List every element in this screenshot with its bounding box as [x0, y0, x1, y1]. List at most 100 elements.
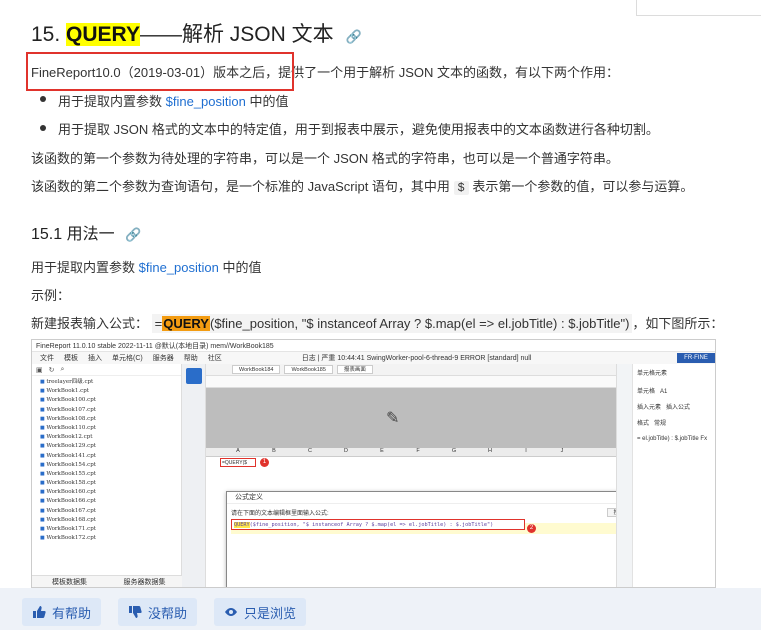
- format-value[interactable]: 常规: [654, 421, 666, 427]
- search-icon[interactable]: ⌕: [61, 366, 65, 374]
- file-item[interactable]: WorkBook160.cpt: [40, 488, 181, 497]
- file-list: treelayer四级.cpt WorkBook1.cpt WorkBook10…: [32, 376, 181, 543]
- not-helpful-label: 没帮助: [148, 605, 188, 621]
- menu-server[interactable]: 服务器: [153, 353, 174, 363]
- menu-file[interactable]: 文件: [40, 353, 54, 363]
- dollar-code: $: [453, 181, 469, 195]
- not-helpful-button[interactable]: 没帮助: [118, 598, 198, 626]
- formula-preview[interactable]: = el.jobTitle) : $.jobTitle: [637, 436, 699, 442]
- fine-position-code: $fine_position: [165, 94, 246, 109]
- bullet-item-2: 用于提取 JSON 格式的文本中的特定值，用于到报表中展示，避免使用报表中的文本…: [58, 122, 659, 137]
- designer-screenshot: FineReport 11.0.10 stable 2022-11-11 @默认…: [31, 339, 716, 588]
- cell-property-panel: 单元格元素 单元格 A1 插入元素 插入公式 格式 常规 = el.jobTit…: [616, 364, 715, 587]
- format-label: 格式: [637, 421, 650, 427]
- tab-report-canvas[interactable]: 报表画面: [336, 365, 373, 374]
- col-g[interactable]: G: [436, 448, 472, 456]
- file-item[interactable]: WorkBook166.cpt: [40, 497, 181, 506]
- cell-value[interactable]: A1: [660, 389, 667, 395]
- brand-logo: FR·FINE: [677, 353, 715, 363]
- editor-tabs: WorkBook184 WorkBook185 报表画面: [206, 364, 616, 376]
- log-text: 日志 | 严重 10:44:41 SwingWorker-pool-6-thre…: [301, 355, 532, 362]
- col-j[interactable]: J: [544, 448, 580, 456]
- step-badge-2: 2: [527, 524, 536, 533]
- file-item[interactable]: WorkBook167.cpt: [40, 507, 181, 516]
- insert-value[interactable]: 插入公式: [666, 405, 690, 411]
- page-heading: 15. QUERY——解析 JSON 文本 🔗: [31, 18, 362, 48]
- col-a[interactable]: A: [220, 448, 256, 456]
- link-icon[interactable]: 🔗: [125, 227, 141, 242]
- link-icon[interactable]: 🔗: [345, 29, 361, 44]
- file-item[interactable]: WorkBook155.cpt: [40, 470, 181, 479]
- tab-workbook184[interactable]: WorkBook184: [232, 365, 281, 374]
- example-label: 示例：: [31, 288, 71, 303]
- file-item[interactable]: WorkBook1.cpt: [40, 387, 181, 396]
- menu-community[interactable]: 社区: [208, 353, 222, 363]
- col-h[interactable]: H: [472, 448, 508, 456]
- usage-paragraph: 用于提取内置参数 $fine_position 中的值: [31, 257, 261, 276]
- menu-help[interactable]: 帮助: [184, 353, 198, 363]
- usage-prefix: 用于提取内置参数: [31, 260, 139, 275]
- file-item[interactable]: WorkBook168.cpt: [40, 516, 181, 525]
- cell-a1[interactable]: =QUERY($: [220, 458, 256, 467]
- folder-icon[interactable]: ▣: [36, 366, 43, 374]
- property-title: 单元格元素: [637, 371, 668, 377]
- heading-keyword: QUERY: [66, 23, 140, 46]
- param2-prefix: 该函数的第二个参数为查询语句，是一个标准的 JavaScript 语句，其中用: [31, 179, 454, 194]
- tab-workbook185[interactable]: WorkBook185: [284, 365, 333, 374]
- file-item[interactable]: treelayer四级.cpt: [40, 378, 181, 387]
- helpful-button[interactable]: 有帮助: [22, 598, 102, 626]
- new-template-icon[interactable]: [186, 368, 202, 384]
- col-c[interactable]: C: [292, 448, 328, 456]
- dialog-formula-rest: ($fine_position, "$ instanceof Array ? $…: [249, 522, 494, 528]
- property-sidebar: [617, 364, 633, 587]
- param1-paragraph: 该函数的第一个参数为待处理的字符串，可以是一个 JSON 格式的字符串，也可以是…: [31, 151, 619, 166]
- top-right-box: [636, 0, 761, 16]
- dialog-title: 公式定义: [227, 492, 635, 504]
- helpful-label: 有帮助: [52, 605, 92, 621]
- tab-server-dataset[interactable]: 服务器数据集: [107, 576, 182, 587]
- fine-position-code: $fine_position: [138, 260, 219, 275]
- tab-template-dataset[interactable]: 模板数据集: [32, 576, 107, 587]
- col-d[interactable]: D: [328, 448, 364, 456]
- file-item[interactable]: WorkBook171.cpt: [40, 525, 181, 534]
- menu-template[interactable]: 模板: [64, 353, 78, 363]
- dialog-prompt: 请在下面的文本编辑框里面输入公式:: [231, 511, 329, 517]
- bullet-item-1: 用于提取内置参数 $fine_position 中的值: [58, 91, 288, 110]
- menu-cell[interactable]: 单元格(C): [112, 353, 143, 363]
- file-item[interactable]: WorkBook141.cpt: [40, 452, 181, 461]
- file-item[interactable]: WorkBook158.cpt: [40, 479, 181, 488]
- edit-pen-icon[interactable]: ✎: [386, 408, 399, 428]
- format-row: 格式 常规: [637, 418, 666, 427]
- file-item[interactable]: WorkBook12.cpt: [40, 433, 181, 442]
- file-item[interactable]: WorkBook129.cpt: [40, 442, 181, 451]
- just-browsing-label: 只是浏览: [244, 605, 297, 621]
- file-item[interactable]: WorkBook100.cpt: [40, 396, 181, 405]
- just-browsing-button[interactable]: 只是浏览: [214, 598, 307, 626]
- menu-insert[interactable]: 插入: [88, 353, 102, 363]
- formula-preview-row: = el.jobTitle) : $.jobTitle Fx: [637, 436, 707, 442]
- bullet-dot: [40, 96, 46, 102]
- file-item[interactable]: WorkBook107.cpt: [40, 406, 181, 415]
- col-i[interactable]: I: [508, 448, 544, 456]
- refresh-icon[interactable]: ↻: [49, 366, 55, 374]
- param2-paragraph: 该函数的第二个参数为查询语句，是一个标准的 JavaScript 语句，其中用 …: [31, 176, 693, 195]
- col-b[interactable]: B: [256, 448, 292, 456]
- new-report-suffix: ，如下图所示：: [632, 316, 724, 331]
- formula-func: QUERY: [162, 316, 210, 331]
- col-e[interactable]: E: [364, 448, 400, 456]
- param2-suffix: 表示第一个参数的值，可以参与运算。: [468, 179, 694, 194]
- heading-number: 15.: [31, 23, 61, 46]
- dialog-formula-func: QUERY: [234, 522, 250, 528]
- bullet-1-suffix: 中的值: [245, 94, 289, 109]
- file-item[interactable]: WorkBook172.cpt: [40, 534, 181, 543]
- col-f[interactable]: F: [400, 448, 436, 456]
- formula-code: =QUERY($fine_position, "$ instanceof Arr…: [151, 314, 633, 333]
- dataset-tabs: 模板数据集 服务器数据集: [32, 575, 182, 587]
- dialog-formula-field[interactable]: QUERY($fine_position, "$ instanceof Arra…: [231, 519, 525, 530]
- fx-button[interactable]: Fx: [700, 436, 707, 442]
- cell-row: 单元格 A1: [637, 386, 667, 395]
- file-item[interactable]: WorkBook110.cpt: [40, 424, 181, 433]
- file-item[interactable]: WorkBook108.cpt: [40, 415, 181, 424]
- intro-rest: 提供了一个用于解析 JSON 文本的函数，有以下两个作用：: [278, 65, 620, 80]
- file-item[interactable]: WorkBook154.cpt: [40, 461, 181, 470]
